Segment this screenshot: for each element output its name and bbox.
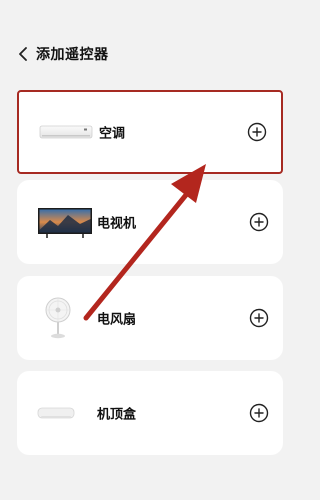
page-title: 添加遥控器 xyxy=(36,47,109,63)
device-card-fan[interactable]: 电风扇 xyxy=(17,276,283,360)
device-name: 空调 xyxy=(99,126,126,142)
back-button[interactable] xyxy=(16,45,30,63)
add-circle-icon[interactable] xyxy=(249,403,269,423)
device-card-set-top-box[interactable]: 机顶盒 xyxy=(17,371,283,455)
fan-icon xyxy=(36,296,96,340)
device-card-tv[interactable]: 电视机 xyxy=(17,180,283,264)
add-circle-icon[interactable] xyxy=(249,308,269,328)
add-circle-icon[interactable] xyxy=(247,122,267,142)
device-name: 机顶盒 xyxy=(97,407,137,423)
device-name: 电视机 xyxy=(97,216,137,232)
add-circle-icon[interactable] xyxy=(249,212,269,232)
set-top-box-icon xyxy=(36,391,96,435)
air-conditioner-icon xyxy=(38,110,98,154)
device-card-air-conditioner[interactable]: 空调 xyxy=(17,90,283,174)
tv-icon xyxy=(36,200,96,244)
app-header: 添加遥控器 xyxy=(0,0,300,74)
device-name: 电风扇 xyxy=(97,312,137,328)
chevron-left-icon xyxy=(19,47,27,61)
